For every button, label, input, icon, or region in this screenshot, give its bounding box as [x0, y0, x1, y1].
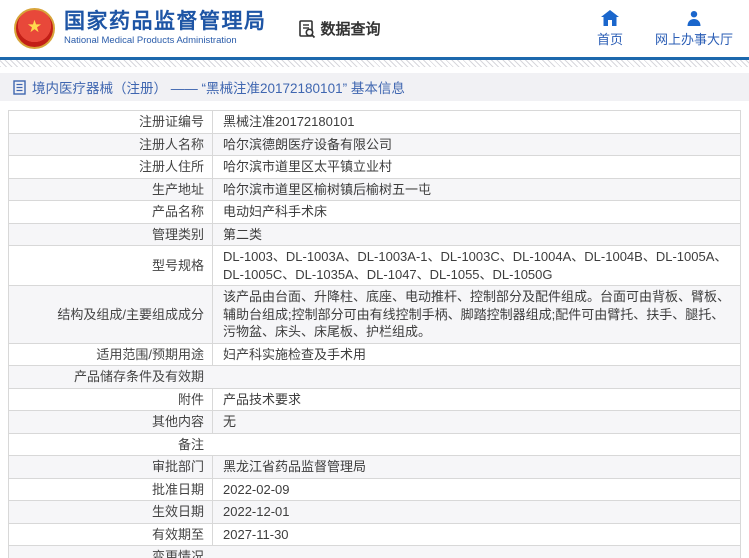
org-name-cn: 国家药品监督管理局 — [64, 9, 267, 33]
row-value — [212, 546, 740, 558]
document-search-icon — [298, 19, 315, 38]
row-value: 哈尔滨市道里区太平镇立业村 — [212, 156, 740, 178]
table-row-model-specs: 型号规格 DL-1003、DL-1003A、DL-1003A-1、DL-1003… — [9, 246, 740, 286]
row-label: 管理类别 — [151, 226, 204, 242]
dotted-texture-strip — [0, 60, 749, 67]
home-icon — [600, 9, 619, 26]
row-label: 产品名称 — [151, 204, 204, 219]
site-logo[interactable]: ★ 国家药品监督管理局 National Medical Products Ad… — [14, 8, 267, 49]
registration-detail-table: 注册证编号 黑械注准20172180101 注册人名称 哈尔滨德朗医疗设备有限公… — [8, 110, 741, 558]
national-emblem-icon: ★ — [14, 8, 55, 49]
row-label: 备注 — [177, 436, 204, 452]
table-row-product-name: 产品名称 电动妇产科手术床 — [9, 201, 740, 224]
document-icon — [13, 79, 26, 95]
row-value: 产品技术要求 — [212, 388, 740, 410]
table-row-expiry-date: 有效期至 2027-11-30 — [9, 523, 740, 546]
row-label: 附件 — [177, 391, 204, 407]
data-query-tab[interactable]: 数据查询 — [297, 18, 381, 39]
row-label: 变更情况 — [151, 549, 204, 558]
row-label: 批准日期 — [151, 481, 204, 497]
row-value: 2027-11-30 — [212, 523, 740, 545]
row-value: 该产品由台面、升降柱、底座、电动推杆、控制部分及配件组成。台面可由背板、臂板、辅… — [212, 286, 740, 343]
row-value: 黑龙江省药品监督管理局 — [212, 456, 740, 478]
row-value: 妇产科实施检查及手术用 — [212, 343, 740, 365]
table-row-intended-use: 适用范围/预期用途 妇产科实施检查及手术用 — [9, 343, 740, 366]
nav-item-home[interactable]: 首页 — [596, 9, 623, 48]
table-row-effective-date: 生效日期 2022-12-01 — [9, 501, 740, 524]
table-row-structure-composition: 结构及组成/主要组成成分 该产品由台面、升降柱、底座、电动推杆、控制部分及配件组… — [9, 286, 740, 344]
star-icon: ★ — [26, 17, 43, 36]
row-value — [212, 366, 740, 388]
spacer — [0, 101, 749, 110]
row-value: 2022-02-09 — [212, 478, 740, 500]
user-icon — [687, 10, 701, 26]
row-value: 2022-12-01 — [212, 501, 740, 523]
row-label: 审批部门 — [151, 459, 204, 474]
table-row-attachment: 附件 产品技术要求 — [9, 388, 740, 411]
table-row-remarks: 备注 — [9, 433, 740, 456]
nav-item-service-hall[interactable]: 网上办事大厅 — [655, 10, 733, 48]
table-row-change-status: 变更情况 — [9, 546, 740, 558]
nav-item-label: 首页 — [596, 31, 623, 47]
breadcrumb-text: 境内医疗器械（注册） —— “黑械注准20172180101” 基本信息 — [32, 81, 405, 96]
row-label: 注册证编号 — [138, 114, 204, 129]
row-label: 有效期至 — [151, 526, 204, 542]
row-value: 无 — [212, 411, 740, 433]
page-header: ★ 国家药品监督管理局 National Medical Products Ad… — [0, 0, 749, 57]
table-row-registrant-address: 注册人住所 哈尔滨市道里区太平镇立业村 — [9, 156, 740, 179]
row-label: 其他内容 — [151, 414, 204, 429]
row-value: 哈尔滨市道里区榆树镇后榆树五一屯 — [212, 178, 740, 200]
table-row-production-address: 生产地址 哈尔滨市道里区榆树镇后榆树五一屯 — [9, 178, 740, 201]
table-row-approval-department: 审批部门 黑龙江省药品监督管理局 — [9, 456, 740, 479]
row-value — [212, 434, 740, 456]
table-row-management-class: 管理类别 第二类 — [9, 223, 740, 246]
row-label: 型号规格 — [151, 257, 204, 273]
row-value: DL-1003、DL-1003A、DL-1003A-1、DL-1003C、DL-… — [212, 246, 740, 285]
row-value: 黑械注准20172180101 — [212, 111, 740, 133]
row-value: 哈尔滨德朗医疗设备有限公司 — [212, 133, 740, 155]
table-row-storage-conditions: 产品储存条件及有效期 — [9, 366, 740, 389]
row-label: 产品储存条件及有效期 — [73, 369, 204, 384]
site-title-block: 国家药品监督管理局 National Medical Products Admi… — [64, 10, 267, 47]
table-row-approval-date: 批准日期 2022-02-09 — [9, 478, 740, 501]
row-label: 适用范围/预期用途 — [96, 346, 204, 362]
data-query-label: 数据查询 — [320, 21, 381, 38]
row-value: 第二类 — [212, 223, 740, 245]
nav-item-label: 网上办事大厅 — [654, 31, 733, 47]
org-name-en: National Medical Products Administration — [64, 35, 237, 47]
row-value: 电动妇产科手术床 — [212, 201, 740, 223]
header-nav: 首页 网上办事大厅 — [596, 9, 737, 48]
table-row-cert-number: 注册证编号 黑械注准20172180101 — [9, 111, 740, 134]
row-label: 生产地址 — [151, 181, 204, 197]
table-row-registrant-name: 注册人名称 哈尔滨德朗医疗设备有限公司 — [9, 133, 740, 156]
table-row-other-content: 其他内容 无 — [9, 411, 740, 434]
row-label: 结构及组成/主要组成成分 — [57, 306, 204, 322]
row-label: 生效日期 — [151, 504, 204, 519]
row-label: 注册人名称 — [138, 136, 204, 152]
breadcrumb: 境内医疗器械（注册） —— “黑械注准20172180101” 基本信息 — [0, 73, 749, 101]
row-label: 注册人住所 — [138, 159, 204, 174]
